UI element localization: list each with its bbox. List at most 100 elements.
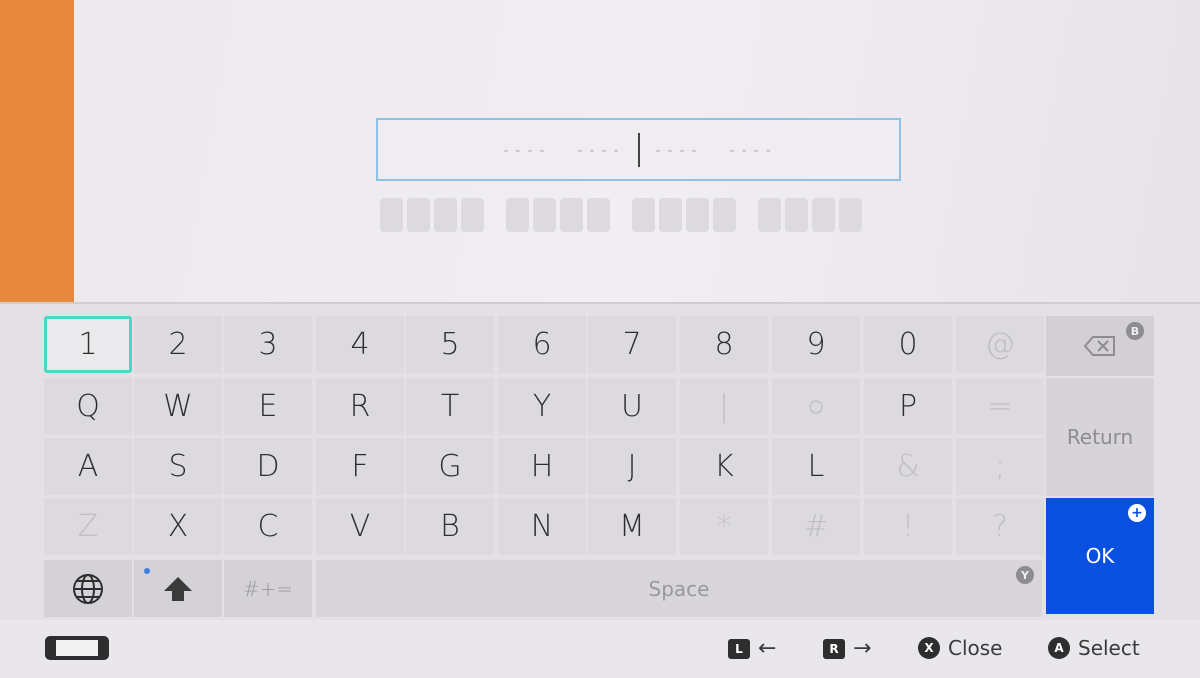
space-key[interactable]: Space Y [316,560,1042,617]
key-1-10[interactable]: = [956,378,1044,435]
key-3-9[interactable]: ! [864,498,952,555]
right-arrow-icon: → [853,636,872,661]
return-key[interactable]: Return [1046,378,1154,496]
key-1-5[interactable]: Y [498,378,586,435]
top-area: ---- ---- ---- ---- [0,0,1200,302]
hint-group [632,198,736,232]
code-input-field[interactable]: ---- ---- ---- ---- [376,118,901,181]
key-1-7[interactable]: | [680,378,768,435]
shift-indicator-dot [144,568,150,574]
code-format-hint [380,198,900,232]
hint-box [839,198,862,232]
key-0-0[interactable]: 1 [44,316,132,373]
key-2-9[interactable]: & [864,438,952,495]
left-arrow-icon: ← [758,636,777,661]
key-3-8[interactable]: # [772,498,860,555]
r-shortcut[interactable]: R → [823,636,871,661]
close-action[interactable]: X Close [918,636,1002,660]
text-cursor [637,132,640,167]
key-0-10[interactable]: @ [956,316,1044,373]
space-label: Space [648,576,710,601]
code-group-4: ---- [727,140,776,159]
shift-key[interactable] [134,560,222,617]
key-0-8[interactable]: 9 [772,316,860,373]
key-0-1[interactable]: 2 [134,316,222,373]
accent-strip [0,0,74,302]
hint-box [461,198,484,232]
hint-box [587,198,610,232]
return-label: Return [1066,425,1134,449]
hint-box [686,198,709,232]
hint-box [533,198,556,232]
code-group-3: ---- [653,140,702,159]
key-2-0[interactable]: A [44,438,132,495]
hint-group [380,198,484,232]
key-1-3[interactable]: R [316,378,404,435]
key-2-3[interactable]: F [316,438,404,495]
select-label: Select [1078,636,1140,660]
key-2-2[interactable]: D [224,438,312,495]
symbols-label: #+= [242,576,294,601]
hint-box [407,198,430,232]
key-2-4[interactable]: G [406,438,494,495]
key-1-2[interactable]: E [224,378,312,435]
shift-arrow-icon [164,576,192,601]
hint-box [434,198,457,232]
code-groups: ---- ---- ---- ---- [501,132,776,167]
ok-button[interactable]: OK + [1046,498,1154,614]
hint-box [659,198,682,232]
symbols-key[interactable]: #+= [224,560,312,617]
key-2-10[interactable]: ; [956,438,1044,495]
key-0-6[interactable]: 7 [588,316,676,373]
footer-controls: L ← R → X Close A Select [0,620,1200,678]
a-button-icon: A [1048,637,1070,659]
backspace-button-badge: B [1126,322,1144,340]
hint-box [506,198,529,232]
hint-box [380,198,403,232]
key-3-6[interactable]: M [588,498,676,555]
hint-box [632,198,655,232]
key-1-1[interactable]: W [134,378,222,435]
key-0-9[interactable]: 0 [864,316,952,373]
key-1-4[interactable]: T [406,378,494,435]
hint-group [506,198,610,232]
hint-group [758,198,862,232]
select-action[interactable]: A Select [1048,636,1140,660]
key-1-8[interactable]: ○ [772,378,860,435]
ok-label: OK [1085,544,1115,568]
key-3-3[interactable]: V [316,498,404,555]
key-3-0[interactable]: Z [44,498,132,555]
x-button-icon: X [918,637,940,659]
key-2-7[interactable]: K [680,438,768,495]
key-3-10[interactable]: ? [956,498,1044,555]
key-0-7[interactable]: 8 [680,316,768,373]
hint-box [713,198,736,232]
backspace-key[interactable]: B [1046,316,1154,376]
key-1-6[interactable]: U [588,378,676,435]
key-2-5[interactable]: H [498,438,586,495]
key-3-5[interactable]: N [498,498,586,555]
hint-box [758,198,781,232]
close-label: Close [948,636,1003,660]
key-3-2[interactable]: C [224,498,312,555]
key-0-2[interactable]: 3 [224,316,312,373]
key-1-0[interactable]: Q [44,378,132,435]
key-2-8[interactable]: L [772,438,860,495]
r-button-icon: R [823,638,845,659]
key-3-1[interactable]: X [134,498,222,555]
hint-box [812,198,835,232]
l-shortcut[interactable]: L ← [728,636,776,661]
hint-box [560,198,583,232]
language-key[interactable] [44,560,132,617]
key-2-6[interactable]: J [588,438,676,495]
key-3-7[interactable]: * [680,498,768,555]
key-2-1[interactable]: S [134,438,222,495]
key-1-9[interactable]: P [864,378,952,435]
key-0-4[interactable]: 5 [406,316,494,373]
hint-box [785,198,808,232]
key-3-4[interactable]: B [406,498,494,555]
key-0-3[interactable]: 4 [316,316,404,373]
l-button-icon: L [728,638,750,659]
globe-icon [73,573,103,604]
key-0-5[interactable]: 6 [498,316,586,373]
